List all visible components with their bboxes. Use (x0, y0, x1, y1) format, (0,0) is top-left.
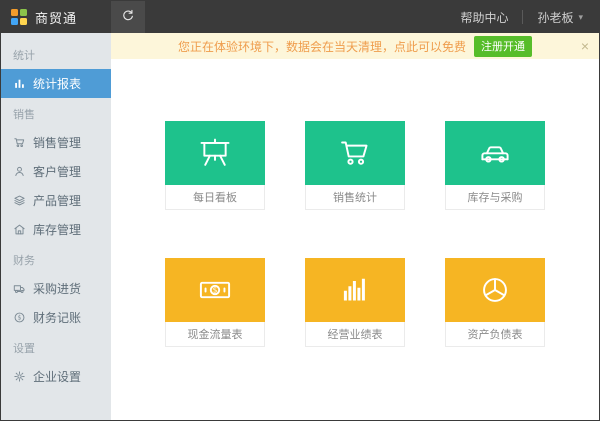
sidebar-item-label: 统计报表 (33, 75, 81, 92)
refresh-button[interactable] (111, 1, 145, 33)
svg-text:$: $ (18, 315, 22, 322)
chevron-down-icon: ▾ (578, 12, 583, 23)
sidebar-item-sales-mgmt[interactable]: 销售管理 (1, 128, 111, 157)
sidebar-section-stats: 统计 (1, 39, 111, 69)
titlebar-right: 帮助中心 孙老板 ▾ (460, 9, 599, 26)
sidebar-item-label: 库存管理 (33, 221, 81, 238)
main-content: 您正在体验环境下，数据会在当天清理，点此可以免费 注册开通 × 每日看板 (111, 33, 599, 420)
tile-sales-stats[interactable]: 销售统计 (305, 121, 405, 210)
app-title: 商贸通 (35, 8, 77, 27)
person-icon (13, 165, 26, 178)
sidebar-item-label: 企业设置 (33, 368, 81, 385)
user-menu[interactable]: 孙老板 ▾ (537, 9, 583, 26)
tile-performance[interactable]: 经营业绩表 (305, 258, 405, 347)
titlebar-divider (522, 10, 523, 24)
tile-inventory-purchasing[interactable]: 库存与采购 (445, 121, 545, 210)
tile-label: 经营业绩表 (305, 322, 405, 347)
sidebar-item-label: 产品管理 (33, 192, 81, 209)
sidebar-item-product-mgmt[interactable]: 产品管理 (1, 186, 111, 215)
sidebar-item-accounting[interactable]: $ 财务记账 (1, 303, 111, 332)
app-window: 商贸通 帮助中心 孙老板 ▾ 统计 (0, 0, 600, 421)
tile-label: 每日看板 (165, 185, 265, 210)
close-icon[interactable]: × (581, 33, 589, 59)
layers-icon (13, 194, 26, 207)
tile-grid: 每日看板 销售统计 库存与采购 (111, 59, 599, 420)
tile-daily-board[interactable]: 每日看板 (165, 121, 265, 210)
cart-icon (13, 136, 26, 149)
titlebar-left: 商贸通 (1, 8, 111, 27)
tile-label: 资产负债表 (445, 322, 545, 347)
sidebar-item-customer-mgmt[interactable]: 客户管理 (1, 157, 111, 186)
sidebar: 统计 统计报表 销售 销售管理 客户管理 (1, 33, 111, 420)
bar-chart-icon (305, 258, 405, 322)
sidebar-item-label: 客户管理 (33, 163, 81, 180)
tile-label: 现金流量表 (165, 322, 265, 347)
sidebar-item-label: 销售管理 (33, 134, 81, 151)
register-button[interactable]: 注册开通 (474, 36, 532, 57)
banner-text: 您正在体验环境下，数据会在当天清理，点此可以免费 (178, 38, 466, 55)
sidebar-section-sales: 销售 (1, 98, 111, 128)
user-name: 孙老板 (537, 9, 573, 26)
bar-chart-icon (13, 77, 26, 90)
tile-label: 销售统计 (305, 185, 405, 210)
car-icon (445, 121, 545, 185)
sidebar-section-settings: 设置 (1, 332, 111, 362)
gear-icon (13, 370, 26, 383)
sidebar-item-label: 财务记账 (33, 309, 81, 326)
presentation-board-icon (165, 121, 265, 185)
sidebar-item-purchasing[interactable]: 采购进货 (1, 274, 111, 303)
truck-icon (13, 282, 26, 295)
banknote-icon: $ (165, 258, 265, 322)
trial-banner: 您正在体验环境下，数据会在当天清理，点此可以免费 注册开通 × (111, 33, 599, 59)
sidebar-section-finance: 财务 (1, 244, 111, 274)
tile-balance-sheet[interactable]: 资产负债表 (445, 258, 545, 347)
warehouse-icon (13, 223, 26, 236)
help-center-link[interactable]: 帮助中心 (460, 9, 508, 26)
sidebar-item-inventory-mgmt[interactable]: 库存管理 (1, 215, 111, 244)
svg-text:$: $ (213, 286, 218, 295)
sidebar-item-report[interactable]: 统计报表 (1, 69, 111, 98)
tile-cash-flow[interactable]: $ 现金流量表 (165, 258, 265, 347)
pie-chart-icon (445, 258, 545, 322)
app-logo-icon (11, 9, 27, 25)
refresh-icon (120, 8, 136, 27)
dollar-icon: $ (13, 311, 26, 324)
titlebar: 商贸通 帮助中心 孙老板 ▾ (1, 1, 599, 33)
sidebar-item-label: 采购进货 (33, 280, 81, 297)
tile-label: 库存与采购 (445, 185, 545, 210)
shopping-cart-icon (305, 121, 405, 185)
sidebar-item-enterprise-settings[interactable]: 企业设置 (1, 362, 111, 391)
